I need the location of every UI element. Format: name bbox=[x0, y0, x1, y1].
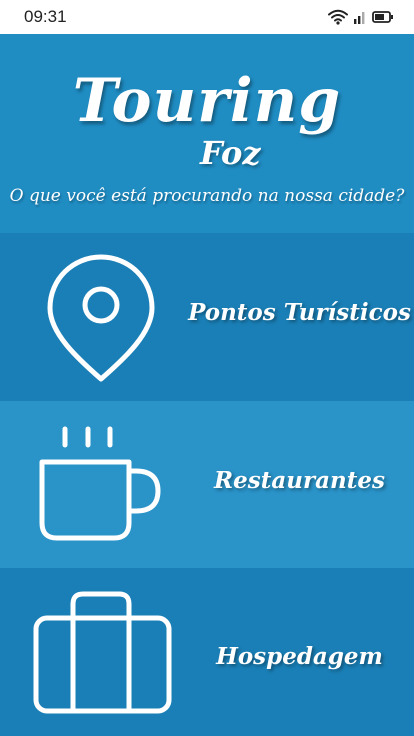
search-question: O que você está procurando na nossa cida… bbox=[9, 186, 405, 206]
menu-item-restaurantes[interactable]: Restaurantes bbox=[0, 401, 414, 568]
menu-item-hospedagem[interactable]: Hospedagem bbox=[0, 568, 414, 736]
menu-label: Restaurantes bbox=[214, 467, 385, 494]
battery-icon bbox=[372, 11, 393, 23]
coffee-cup-icon bbox=[39, 426, 161, 541]
app-subtitle: Foz bbox=[200, 134, 261, 172]
menu-item-pontos-turisticos[interactable]: Pontos Turísticos bbox=[0, 233, 414, 401]
signal-icon bbox=[354, 12, 365, 24]
status-bar: 09:31 bbox=[0, 0, 414, 34]
location-pin-icon bbox=[47, 254, 155, 382]
menu-label: Pontos Turísticos bbox=[188, 299, 411, 326]
app-title: Touring bbox=[72, 66, 342, 136]
status-icons bbox=[328, 9, 394, 25]
menu-label: Hospedagem bbox=[216, 643, 383, 670]
wifi-icon bbox=[328, 9, 348, 25]
suitcase-icon bbox=[33, 591, 172, 714]
status-time: 09:31 bbox=[24, 7, 67, 26]
app-header: Touring Foz O que você está procurando n… bbox=[0, 34, 414, 233]
